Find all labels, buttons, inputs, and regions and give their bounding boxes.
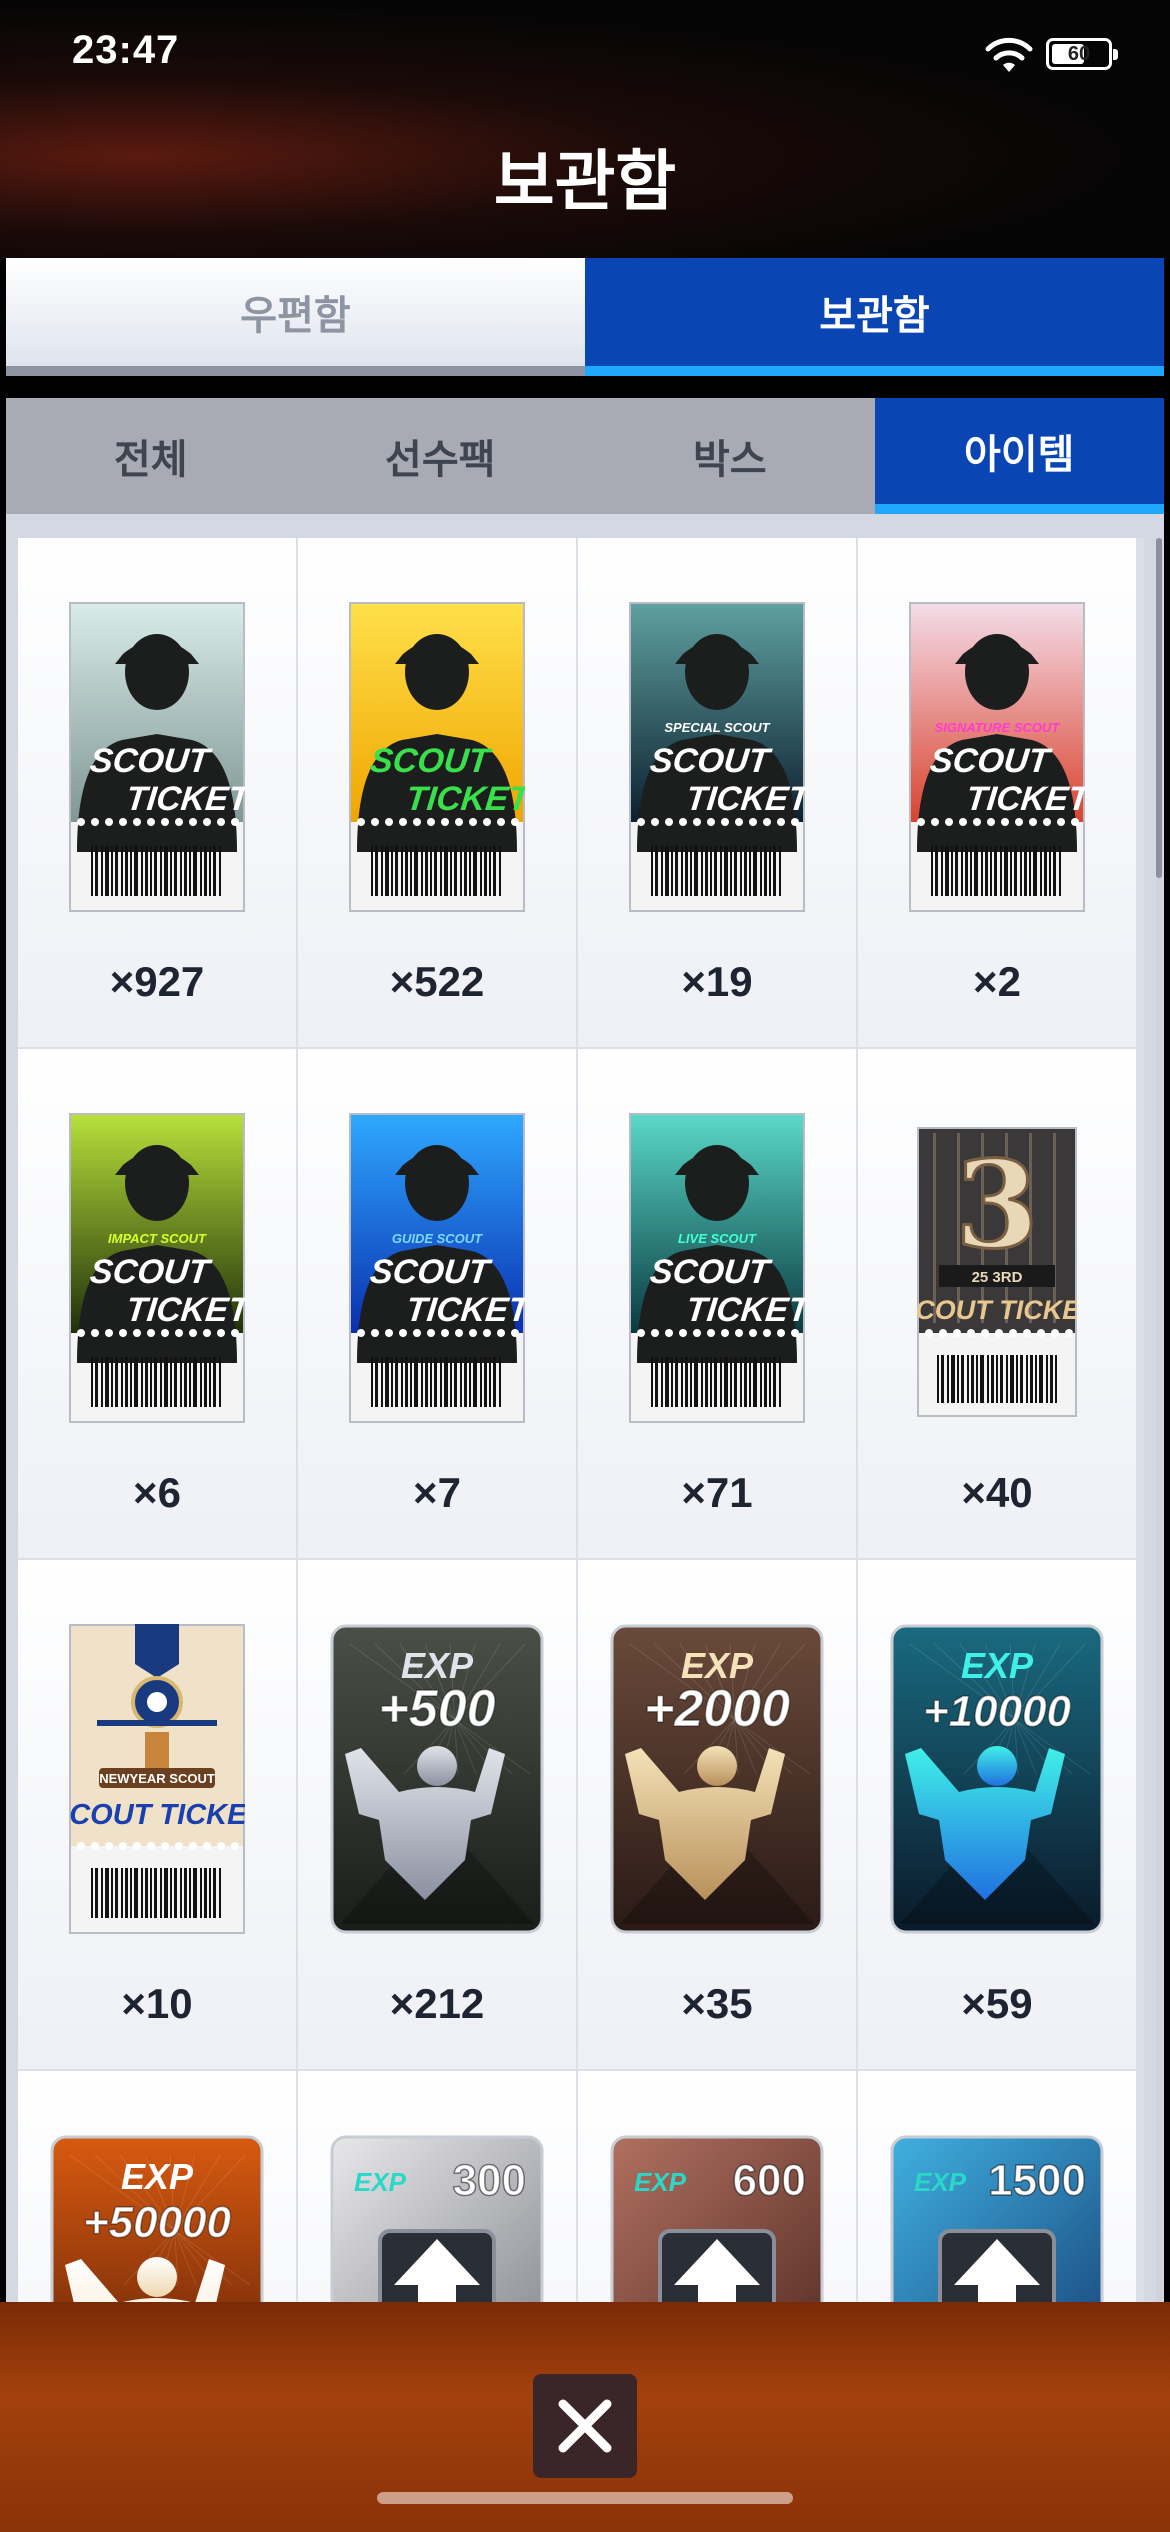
svg-text:SCOUT: SCOUT: [648, 1253, 774, 1291]
svg-text:TICKET: TICKET: [404, 1291, 525, 1329]
item-cell[interactable]: EXP +500 ×212: [298, 1560, 576, 2069]
svg-text:TICKET: TICKET: [124, 780, 245, 818]
item-count: ×212: [389, 1980, 485, 2027]
exp-card-2000-icon: EXP+2000: [610, 1624, 824, 1934]
scout-ticket-live-icon: LIVE SCOUT SCOUTTICKET: [629, 1113, 805, 1423]
exp-up-600-icon: EXP 600: [610, 2135, 824, 2305]
svg-text:SCOUT: SCOUT: [648, 742, 774, 780]
svg-text:IMPACT SCOUT: IMPACT SCOUT: [108, 1231, 207, 1246]
svg-text:300: 300: [453, 2156, 526, 2205]
item-cell[interactable]: SIGNATURE SCOUT SCOUT TICKET ×2: [858, 538, 1136, 1047]
scout-ticket-guide-icon: GUIDE SCOUT SCOUTTICKET: [349, 1113, 525, 1423]
svg-text:SCOUT: SCOUT: [88, 1253, 214, 1291]
item-count: ×19: [681, 958, 753, 1005]
svg-text:SIGNATURE SCOUT: SIGNATURE SCOUT: [935, 720, 1061, 735]
scout-ticket-basic-icon: SCOUTTICKET: [69, 602, 245, 912]
item-count: ×40: [961, 1469, 1033, 1516]
status-time: 23:47: [72, 28, 180, 72]
item-cell[interactable]: IMPACT SCOUT SCOUT TICKET ×6: [18, 1049, 296, 1558]
svg-text:SCOUT TICKET: SCOUT TICKET: [917, 1295, 1077, 1325]
scout-ticket-25-3rd-icon: 325 3RD SCOUT TICKET: [917, 1127, 1077, 1417]
exp-card-10000-icon: EXP+10000: [890, 1624, 1104, 1934]
svg-text:25 3RD: 25 3RD: [972, 1269, 1023, 1286]
svg-text:SCOUT: SCOUT: [368, 742, 494, 780]
item-cell[interactable]: 325 3RD SCOUT TICKET ×40: [858, 1049, 1136, 1558]
scout-ticket-signature-icon: SIGNATURE SCOUT SCOUTTICKET: [909, 602, 1085, 912]
item-cell[interactable]: LIVE SCOUT SCOUT TICKET ×71: [578, 1049, 856, 1558]
svg-text:SCOUT: SCOUT: [368, 1253, 494, 1291]
svg-text:EXP: EXP: [354, 2167, 407, 2197]
tab-box[interactable]: 박스: [585, 398, 875, 514]
svg-text:TICKET: TICKET: [124, 1291, 245, 1329]
svg-text:TICKET: TICKET: [684, 780, 805, 818]
item-count: ×2: [973, 958, 1021, 1005]
item-count: ×35: [681, 1980, 753, 2027]
svg-text:TICKET: TICKET: [684, 1291, 805, 1329]
status-bar: 23:47 60: [0, 0, 1170, 110]
scrollbar[interactable]: [1156, 538, 1162, 2528]
item-count: ×71: [681, 1469, 753, 1516]
tab-storage[interactable]: 보관함: [585, 258, 1164, 376]
svg-text:EXP: EXP: [634, 2167, 687, 2197]
svg-text:SCOUT: SCOUT: [928, 742, 1054, 780]
close-button[interactable]: [533, 2374, 637, 2478]
svg-text:SCOUT TICKET: SCOUT TICKET: [69, 1799, 245, 1831]
tab-mailbox[interactable]: 우편함: [6, 258, 585, 376]
svg-text:3: 3: [955, 1135, 1039, 1276]
svg-text:TICKET: TICKET: [964, 780, 1085, 818]
scrollbar-thumb[interactable]: [1156, 538, 1162, 878]
item-cell[interactable]: SCOUT TICKET ×522: [298, 538, 576, 1047]
item-cell[interactable]: SCOUT TICKET ×927: [18, 538, 296, 1047]
item-count: ×6: [133, 1469, 181, 1516]
svg-text:SCOUT: SCOUT: [88, 742, 214, 780]
battery-icon: 60: [1046, 38, 1118, 70]
svg-text:GUIDE SCOUT: GUIDE SCOUT: [392, 1231, 483, 1246]
item-grid: SCOUT TICKET ×927 SCOUT TICKET ×522 SPECIAL SC…: [18, 538, 1144, 2532]
tab-player-pack[interactable]: 선수팩: [296, 398, 586, 514]
svg-text:EXP: EXP: [914, 2167, 967, 2197]
scout-ticket-newyear-icon: NEWYEAR SCOUT SCOUT TICKET: [69, 1624, 245, 1934]
exp-up-300-icon: EXP 300: [330, 2135, 544, 2305]
tab-item[interactable]: 아이템: [874, 398, 1164, 514]
category-tabs: 전체 선수팩 박스 아이템: [6, 398, 1164, 514]
svg-text:EXP: EXP: [121, 2156, 194, 2197]
exp-up-1500-icon: EXP 1500: [890, 2135, 1104, 2305]
item-count: ×59: [961, 1980, 1033, 2027]
page-title: 보관함: [493, 143, 677, 220]
close-icon: [558, 2399, 612, 2453]
wifi-icon: [985, 37, 1033, 72]
item-cell[interactable]: EXP +10000 ×59: [858, 1560, 1136, 2069]
item-cell[interactable]: SPECIAL SCOUT SCOUT TICKET ×19: [578, 538, 856, 1047]
svg-text:TICKET: TICKET: [404, 780, 525, 818]
item-cell[interactable]: GUIDE SCOUT SCOUT TICKET ×7: [298, 1049, 576, 1558]
svg-text:+50000: +50000: [83, 2198, 232, 2247]
item-count: ×7: [413, 1469, 461, 1516]
svg-text:EXP: EXP: [961, 1645, 1034, 1686]
svg-text:+500: +500: [378, 1680, 495, 1738]
svg-text:+2000: +2000: [644, 1680, 790, 1738]
svg-text:1500: 1500: [988, 2156, 1086, 2205]
item-cell[interactable]: EXP +2000 ×35: [578, 1560, 856, 2069]
exp-card-500-icon: EXP+500: [330, 1624, 544, 1934]
battery-level: 60: [1067, 42, 1091, 65]
item-count: ×10: [121, 1980, 193, 2027]
home-indicator[interactable]: [377, 2492, 793, 2504]
svg-text:NEWYEAR SCOUT: NEWYEAR SCOUT: [99, 1771, 215, 1786]
tab-all[interactable]: 전체: [6, 398, 296, 514]
storage-panel: 전체 선수팩 박스 아이템 SCOUT TICKET ×927 SCOUT TICKET…: [6, 398, 1164, 2532]
top-tabs: 우편함 보관함: [6, 258, 1164, 376]
svg-text:600: 600: [733, 2156, 806, 2205]
scout-ticket-special-icon: SPECIAL SCOUT SCOUTTICKET: [629, 602, 805, 912]
item-count: ×927: [109, 958, 205, 1005]
item-cell[interactable]: NEWYEAR SCOUT SCOUT TICKET ×10: [18, 1560, 296, 2069]
scout-ticket-gold-icon: SCOUTTICKET: [349, 602, 525, 912]
svg-text:SPECIAL SCOUT: SPECIAL SCOUT: [664, 720, 770, 735]
scout-ticket-impact-icon: IMPACT SCOUT SCOUTTICKET: [69, 1113, 245, 1423]
svg-text:LIVE SCOUT: LIVE SCOUT: [678, 1231, 757, 1246]
item-count: ×522: [389, 958, 485, 1005]
svg-text:+10000: +10000: [923, 1687, 1072, 1736]
